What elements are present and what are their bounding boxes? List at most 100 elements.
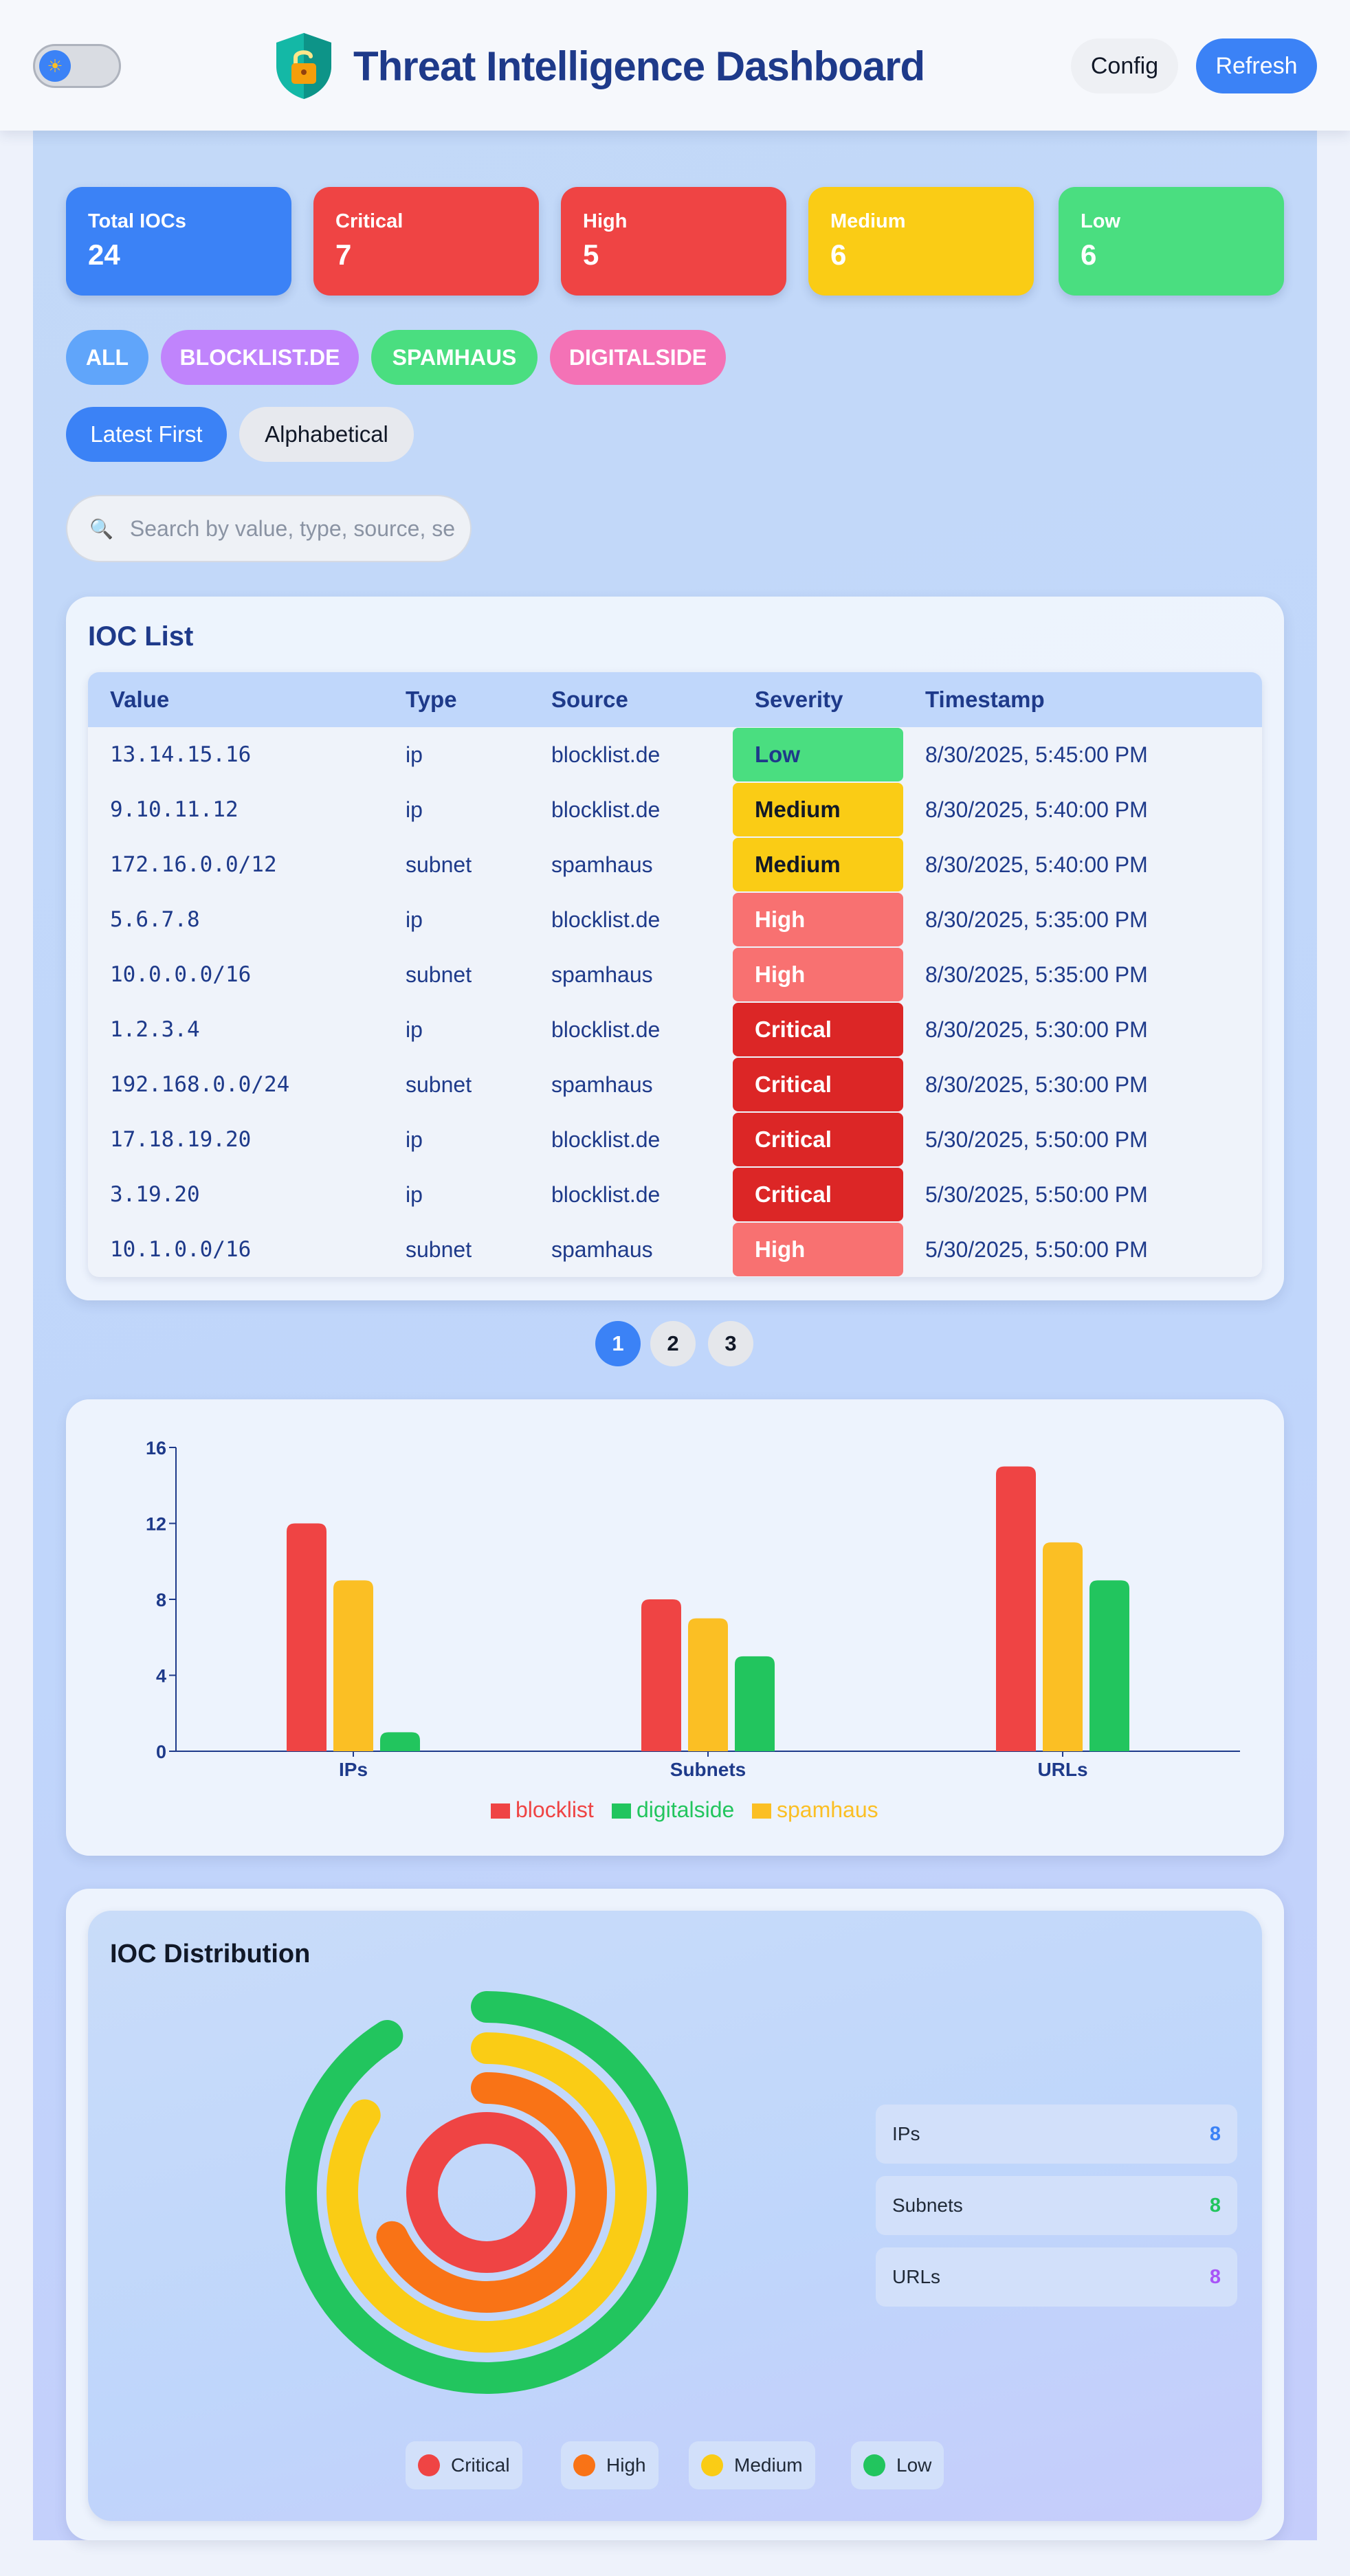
cell-value: 9.10.11.12 xyxy=(110,797,239,822)
severity-badge: Critical xyxy=(733,1168,903,1221)
filter-chip-all[interactable]: ALL xyxy=(66,330,148,385)
page-button-2[interactable]: 2 xyxy=(650,1321,696,1366)
table-row[interactable]: 9.10.11.12 ip blocklist.de Medium 8/30/2025,… xyxy=(88,782,1262,837)
cell-timestamp: 8/30/2025, 5:35:00 PM xyxy=(925,907,1148,932)
stat-card-critical: Critical 7 xyxy=(313,187,539,296)
table-row[interactable]: 1.2.3.4 ip blocklist.de Critical 8/30/2025, … xyxy=(88,1002,1262,1057)
page-button-1[interactable]: 1 xyxy=(595,1321,641,1366)
config-button[interactable]: Config xyxy=(1071,38,1178,93)
theme-toggle[interactable]: ☀ xyxy=(33,44,121,88)
stat-label: Critical xyxy=(335,210,403,232)
cell-value: 1.2.3.4 xyxy=(110,1017,200,1042)
severity-badge: Medium xyxy=(733,838,903,891)
legend-item-critical[interactable]: Critical xyxy=(406,2441,522,2489)
count-value: 8 xyxy=(1209,2265,1221,2288)
bar-spamhaus-ips xyxy=(333,1580,373,1751)
page-button-3[interactable]: 3 xyxy=(708,1321,753,1366)
table-row[interactable]: 5.6.7.8 ip blocklist.de High 8/30/2025, 5:35… xyxy=(88,892,1262,947)
cell-source: spamhaus xyxy=(551,1236,653,1262)
table-row[interactable]: 10.1.0.0/16 subnet spamhaus High 5/30/2025, … xyxy=(88,1222,1262,1277)
legend-item-low[interactable]: Low xyxy=(851,2441,944,2489)
cell-type: subnet xyxy=(406,1236,472,1262)
stat-card-high: High 5 xyxy=(561,187,786,296)
count-value: 8 xyxy=(1209,2194,1221,2217)
cell-source: blocklist.de xyxy=(551,1126,661,1152)
cell-timestamp: 8/30/2025, 5:40:00 PM xyxy=(925,852,1148,877)
cell-severity: Critical xyxy=(733,1167,903,1222)
severity-badge: Critical xyxy=(733,1058,903,1111)
cell-value: 17.18.19.20 xyxy=(110,1127,252,1152)
stat-value: 24 xyxy=(88,238,120,271)
ioc-radial-chart xyxy=(285,1991,688,2394)
search-box: 🔍 xyxy=(66,495,472,562)
column-header-severity[interactable]: Severity xyxy=(733,672,903,727)
cell-value: 5.6.7.8 xyxy=(110,907,200,932)
cell-source: blocklist.de xyxy=(551,1181,661,1207)
cell-type: subnet xyxy=(406,852,472,877)
count-label: IPs xyxy=(892,2123,920,2144)
ioc-list-card: IOC List Value Type Source Severity Time… xyxy=(66,597,1284,1300)
cell-severity: Critical xyxy=(733,1002,903,1057)
severity-badge: Critical xyxy=(733,1113,903,1166)
distribution-card: IOC Distribution IPs 8 Subnets 8 URLs 8 … xyxy=(66,1889,1284,2540)
cell-source: blocklist.de xyxy=(551,742,661,767)
ioc-list-title: IOC List xyxy=(88,621,194,652)
table-header-row: Value Type Source Severity Timestamp xyxy=(88,672,1262,727)
cell-type: ip xyxy=(406,1126,423,1152)
legend-label: High xyxy=(606,2454,646,2476)
sort-alphabetical-button[interactable]: Alphabetical xyxy=(239,407,414,462)
count-box-urls: URLs 8 xyxy=(876,2247,1237,2307)
cell-severity: High xyxy=(733,947,903,1002)
table-row[interactable]: 192.168.0.0/24 subnet spamhaus Critical 8/30… xyxy=(88,1057,1262,1112)
severity-badge: Medium xyxy=(733,783,903,836)
table-row[interactable]: 17.18.19.20 ip blocklist.de Critical 5/30/20… xyxy=(88,1112,1262,1167)
ioc-table-container: Value Type Source Severity Timestamp 13.… xyxy=(88,672,1262,1277)
table-row[interactable]: 13.14.15.16 ip blocklist.de Low 8/30/2025, 5… xyxy=(88,727,1262,782)
app-title: Threat Intelligence Dashboard xyxy=(353,43,925,89)
table-row[interactable]: 172.16.0.0/12 subnet spamhaus Medium 8/30/20… xyxy=(88,837,1262,892)
cell-severity: Critical xyxy=(733,1112,903,1167)
cell-value: 10.1.0.0/16 xyxy=(110,1237,252,1262)
cell-type: ip xyxy=(406,907,423,932)
ioc-table: Value Type Source Severity Timestamp 13.… xyxy=(88,672,1262,1277)
stat-value: 7 xyxy=(335,238,352,271)
cell-source: spamhaus xyxy=(551,1072,653,1097)
filter-chip-digitalside[interactable]: DIGITALSIDE xyxy=(550,330,726,385)
filter-chip-blocklist[interactable]: BLOCKLIST.DE xyxy=(161,330,359,385)
table-row[interactable]: 10.0.0.0/16 subnet spamhaus High 8/30/2025, … xyxy=(88,947,1262,1002)
severity-badge: Low xyxy=(733,728,903,781)
bar-blocklist-ips xyxy=(287,1523,327,1751)
ioc-table-body: 13.14.15.16 ip blocklist.de Low 8/30/2025, 5… xyxy=(88,727,1262,1277)
x-tick-label: URLs xyxy=(1037,1759,1087,1780)
cell-timestamp: 8/30/2025, 5:35:00 PM xyxy=(925,962,1148,987)
table-row[interactable]: 3.19.20 ip blocklist.de Critical 5/30/2025, … xyxy=(88,1167,1262,1222)
column-header-timestamp[interactable]: Timestamp xyxy=(903,672,1262,727)
bar-blocklist-urls xyxy=(996,1466,1036,1751)
bar-spamhaus-subnets xyxy=(688,1618,728,1751)
column-header-value[interactable]: Value xyxy=(88,672,384,727)
column-header-type[interactable]: Type xyxy=(384,672,529,727)
search-input[interactable] xyxy=(129,515,460,542)
cell-severity: Medium xyxy=(733,782,903,837)
filter-chip-spamhaus[interactable]: SPAMHAUS xyxy=(371,330,538,385)
cell-source: blocklist.de xyxy=(551,797,661,822)
cell-type: ip xyxy=(406,797,423,822)
refresh-button[interactable]: Refresh xyxy=(1196,38,1317,93)
cell-timestamp: 8/30/2025, 5:30:00 PM xyxy=(925,1072,1148,1097)
count-label: URLs xyxy=(892,2266,941,2287)
cell-severity: High xyxy=(733,1222,903,1277)
stat-label: High xyxy=(583,210,628,232)
legend-item-medium[interactable]: Medium xyxy=(689,2441,815,2489)
brand: Threat Intelligence Dashboard xyxy=(272,30,925,102)
column-header-source[interactable]: Source xyxy=(529,672,733,727)
cell-source: spamhaus xyxy=(551,962,653,987)
bar-chart-card: 0 4 8 12 16 IPs Subnets URLs blocklist digitalsid… xyxy=(66,1399,1284,1856)
cell-type: subnet xyxy=(406,962,472,987)
cell-source: blocklist.de xyxy=(551,1017,661,1042)
cell-severity: Medium xyxy=(733,837,903,892)
legend-item-high[interactable]: High xyxy=(561,2441,659,2489)
count-box-ips: IPs 8 xyxy=(876,2105,1237,2164)
stat-value: 5 xyxy=(583,238,599,271)
sort-latest-button[interactable]: Latest First xyxy=(66,407,227,462)
cell-timestamp: 8/30/2025, 5:30:00 PM xyxy=(925,1017,1148,1042)
